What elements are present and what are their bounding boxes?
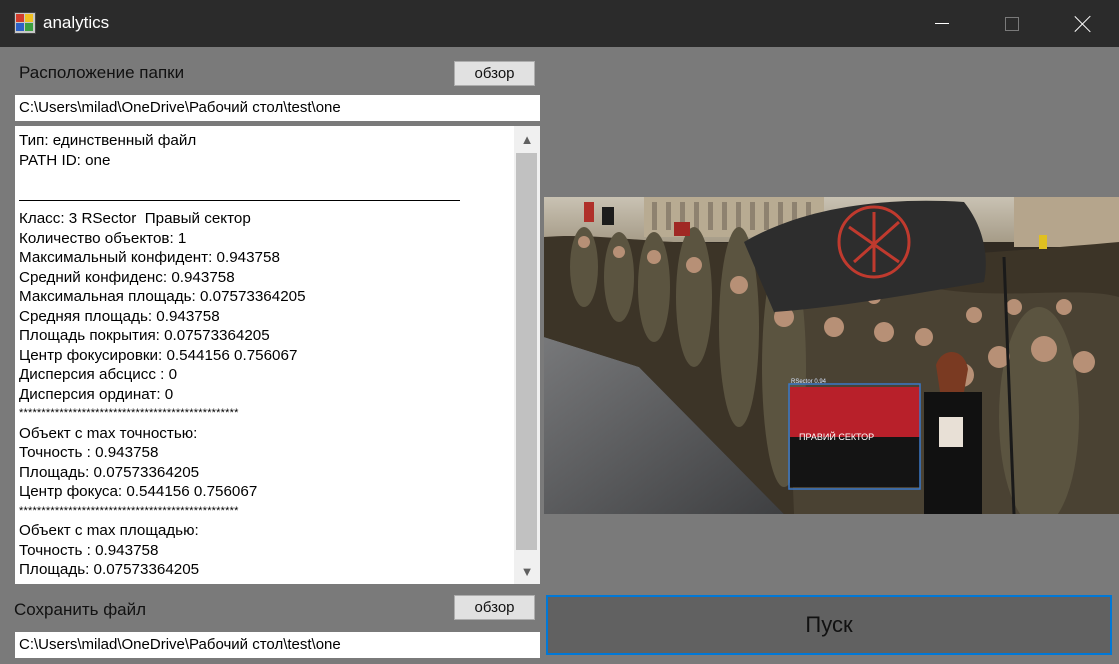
results-line: Центр фокуса: 0.544156 0.756067 <box>19 483 258 500</box>
maximize-icon <box>1005 16 1019 31</box>
results-line: Объект с max точностью: <box>19 424 198 442</box>
minimize-icon <box>935 23 949 24</box>
results-line: PATH ID: one <box>19 151 111 169</box>
results-line: Дисперсия абсцисс : 0 <box>19 366 178 383</box>
results-line: Точность : 0.943758 <box>19 541 159 559</box>
save-path-input[interactable]: C:\Users\milad\OneDrive\Рабочий стол\tes… <box>14 631 541 659</box>
scroll-thumb[interactable] <box>516 153 537 550</box>
window-title: analytics <box>43 13 110 32</box>
results-line: ****************************************… <box>19 504 239 517</box>
title-bar: analytics <box>0 0 1119 47</box>
results-line: Тип: единственный файл <box>19 132 197 149</box>
folder-path-input[interactable]: C:\Users\milad\OneDrive\Рабочий стол\tes… <box>14 94 541 122</box>
results-line: Точность : 0.943758 <box>19 444 159 461</box>
scroll-up-arrow-icon[interactable]: ▲ <box>514 126 540 152</box>
results-line <box>19 170 509 190</box>
results-line: Класс: 3 RSector Правый сектор <box>19 210 251 227</box>
results-line: Средний конфиденс: 0.943758 <box>19 268 235 286</box>
results-line: Количество объектов: 1 <box>19 229 187 247</box>
results-line: Максимальный конфидент: 0.943758 <box>19 249 280 266</box>
results-line: Центр фокусировки: 0.544156 0.756067 <box>19 346 298 364</box>
results-line: Площадь: 0.07573364205 <box>19 463 200 481</box>
results-line: ****************************************… <box>19 407 239 419</box>
results-separator-line <box>19 190 509 210</box>
save-file-label: Сохранить файл <box>14 600 147 619</box>
folder-location-label: Расположение папки <box>19 63 185 82</box>
detection-label: RSector 0.94 <box>791 379 827 385</box>
vertical-scrollbar[interactable]: ▲ ▼ <box>514 126 540 584</box>
results-line: Площадь: 0.07573364205 <box>19 561 200 578</box>
save-browse-button[interactable]: обзор <box>454 595 535 620</box>
flag-text: ПРАВИЙ СЕКТОР <box>799 431 874 442</box>
close-button[interactable] <box>1048 0 1118 47</box>
results-line: Максимальная площадь: 0.07573364205 <box>19 288 306 305</box>
folder-browse-button[interactable]: обзор <box>454 61 535 86</box>
results-textbox[interactable]: Тип: единственный файл PATH ID: one Класс:… <box>14 125 541 585</box>
image-preview: ПРАВИЙ СЕКТОР RSector 0.94 <box>544 197 1119 514</box>
maximize-button[interactable] <box>977 0 1047 47</box>
results-line: Площадь покрытия: 0.07573364205 <box>19 327 270 344</box>
minimize-button[interactable] <box>907 0 977 47</box>
run-button[interactable]: Пуск <box>546 595 1112 655</box>
results-lines: Тип: единственный файл PATH ID: one Класс:… <box>19 131 509 580</box>
results-line: Средняя площадь: 0.943758 <box>19 307 220 325</box>
results-line: Дисперсия ординат: 0 <box>19 385 174 403</box>
results-line: Объект с max площадью: <box>19 522 199 539</box>
separator-rule <box>19 199 460 201</box>
close-icon <box>1074 15 1092 33</box>
scroll-down-arrow-icon[interactable]: ▼ <box>514 558 540 584</box>
app-icon <box>14 12 36 34</box>
